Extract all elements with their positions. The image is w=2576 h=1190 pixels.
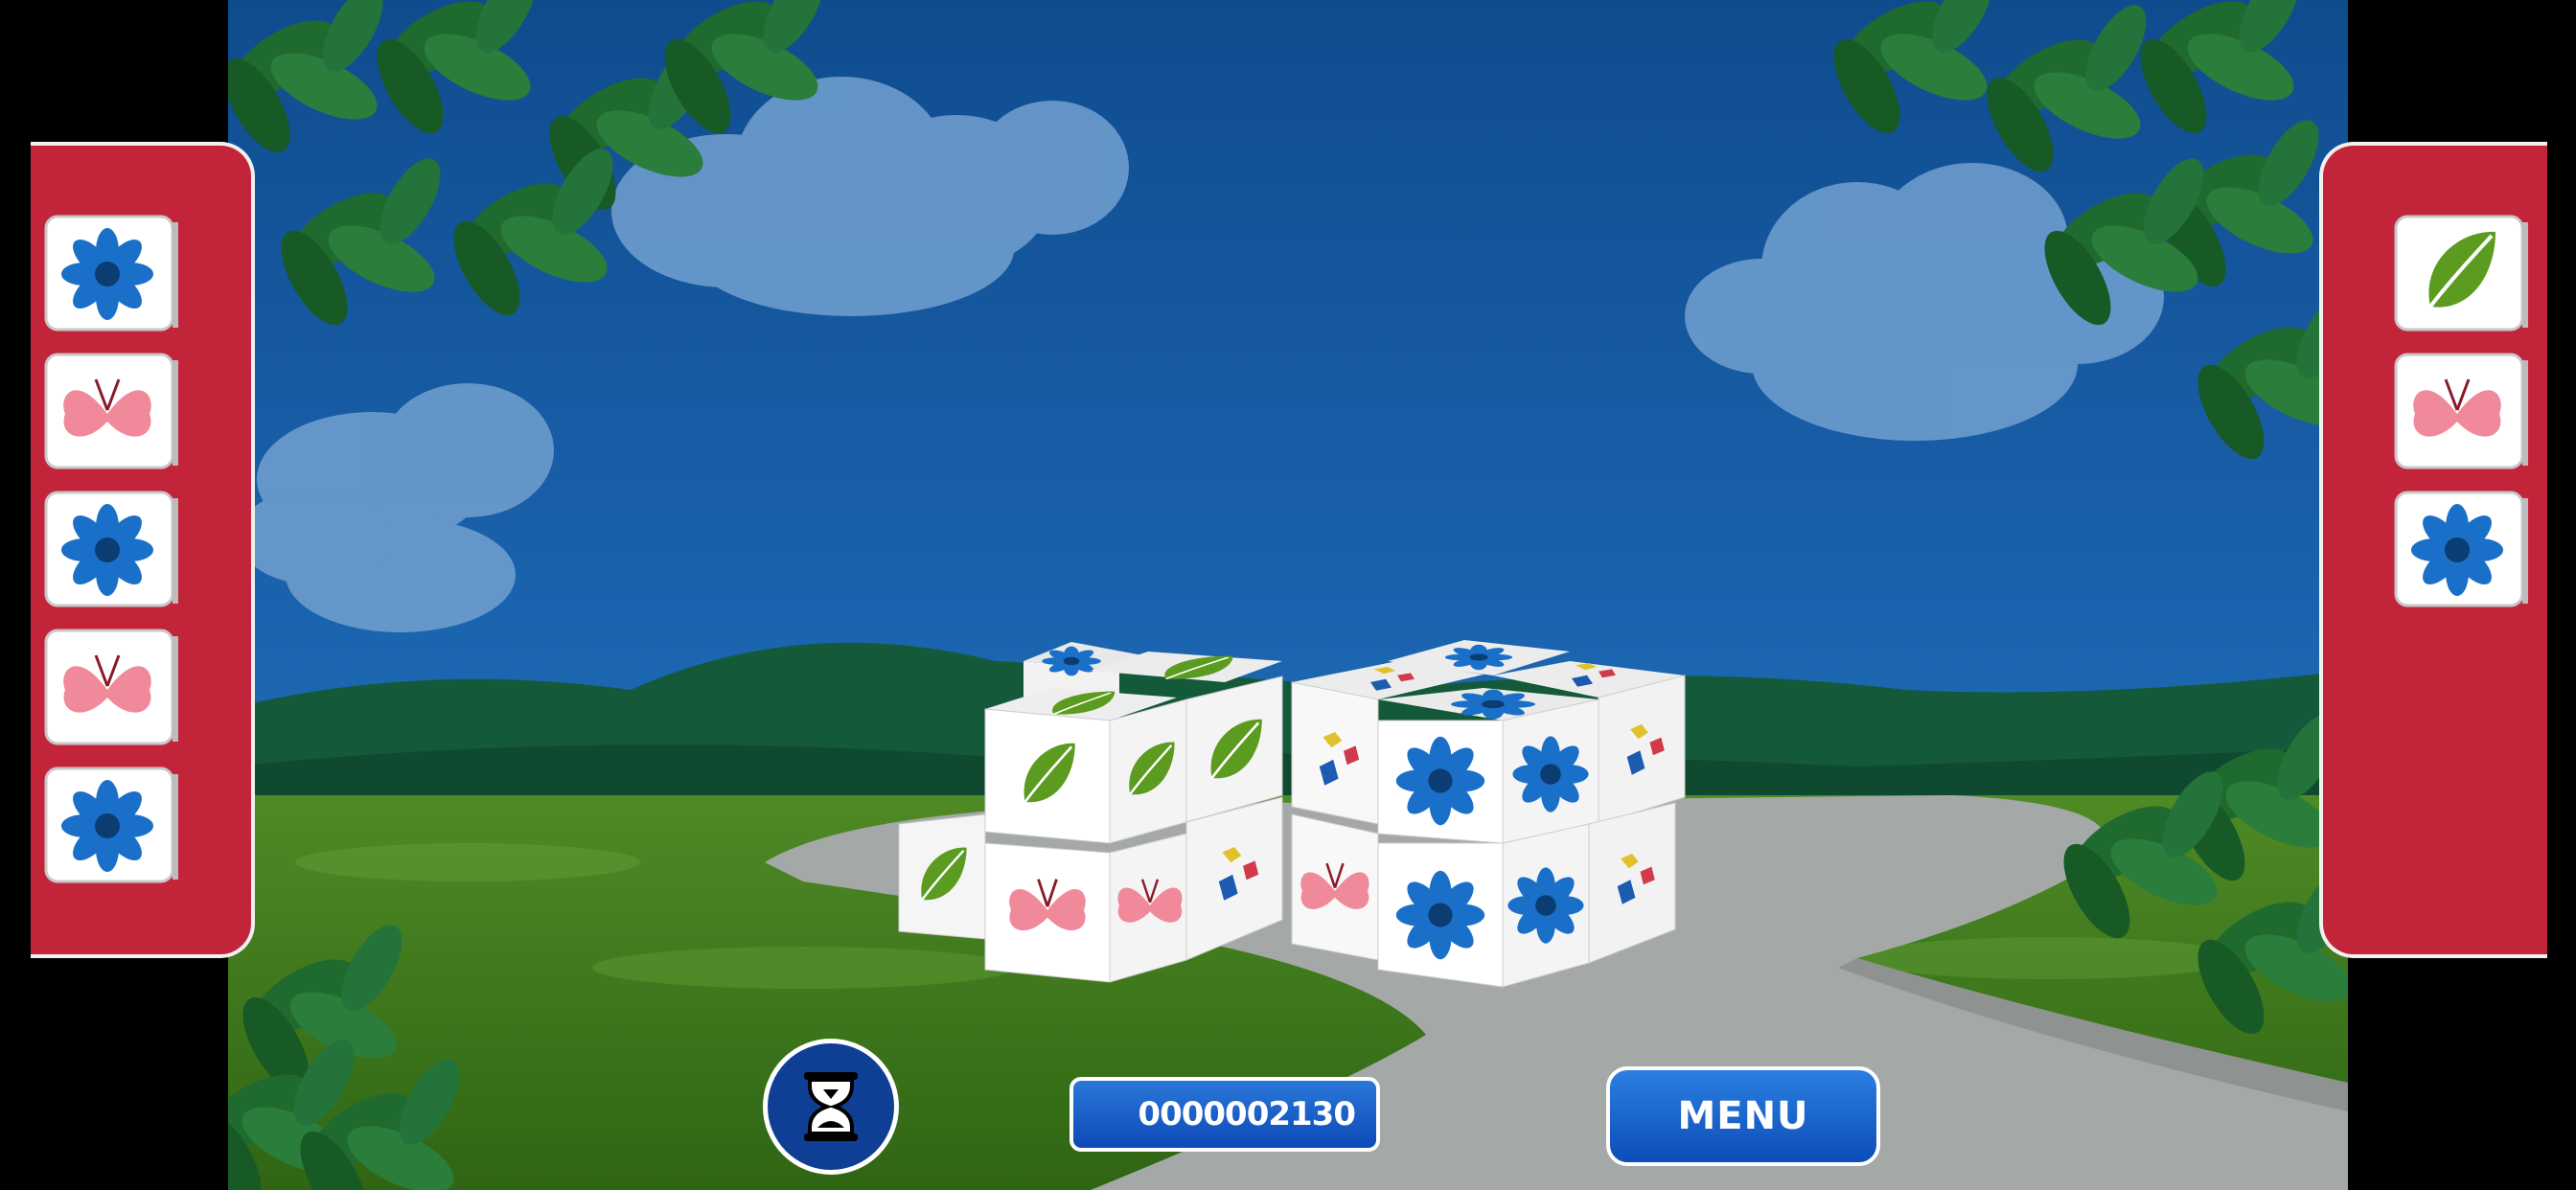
score-display: 0000002130 (1070, 1077, 1380, 1152)
right-tile-tray (2319, 142, 2547, 958)
mahjong-cube-stack[interactable] (228, 0, 2348, 1190)
tray-tile-butterfly[interactable] (42, 351, 182, 475)
flower-icon (44, 215, 178, 332)
tray-tile-flower[interactable] (42, 765, 182, 889)
tray-tile-butterfly[interactable] (2392, 351, 2532, 475)
tray-tile-flower[interactable] (42, 213, 182, 337)
hourglass-icon (804, 1072, 858, 1141)
game-scene (228, 0, 2348, 1190)
butterfly-icon (44, 353, 178, 469)
tray-tile-leaf[interactable] (2392, 213, 2532, 337)
butterfly-icon (44, 629, 178, 745)
tray-tile-flower[interactable] (2392, 489, 2532, 613)
flower-icon (44, 491, 178, 607)
flower-icon (2394, 491, 2528, 607)
menu-button[interactable]: MENU (1606, 1066, 1880, 1166)
leaf-icon (2394, 215, 2528, 332)
flower-icon (44, 767, 178, 883)
left-tile-tray (31, 142, 255, 958)
butterfly-icon (2394, 353, 2528, 469)
tray-tile-butterfly[interactable] (42, 627, 182, 751)
hourglass-timer-button[interactable] (763, 1039, 899, 1175)
tray-tile-flower[interactable] (42, 489, 182, 613)
